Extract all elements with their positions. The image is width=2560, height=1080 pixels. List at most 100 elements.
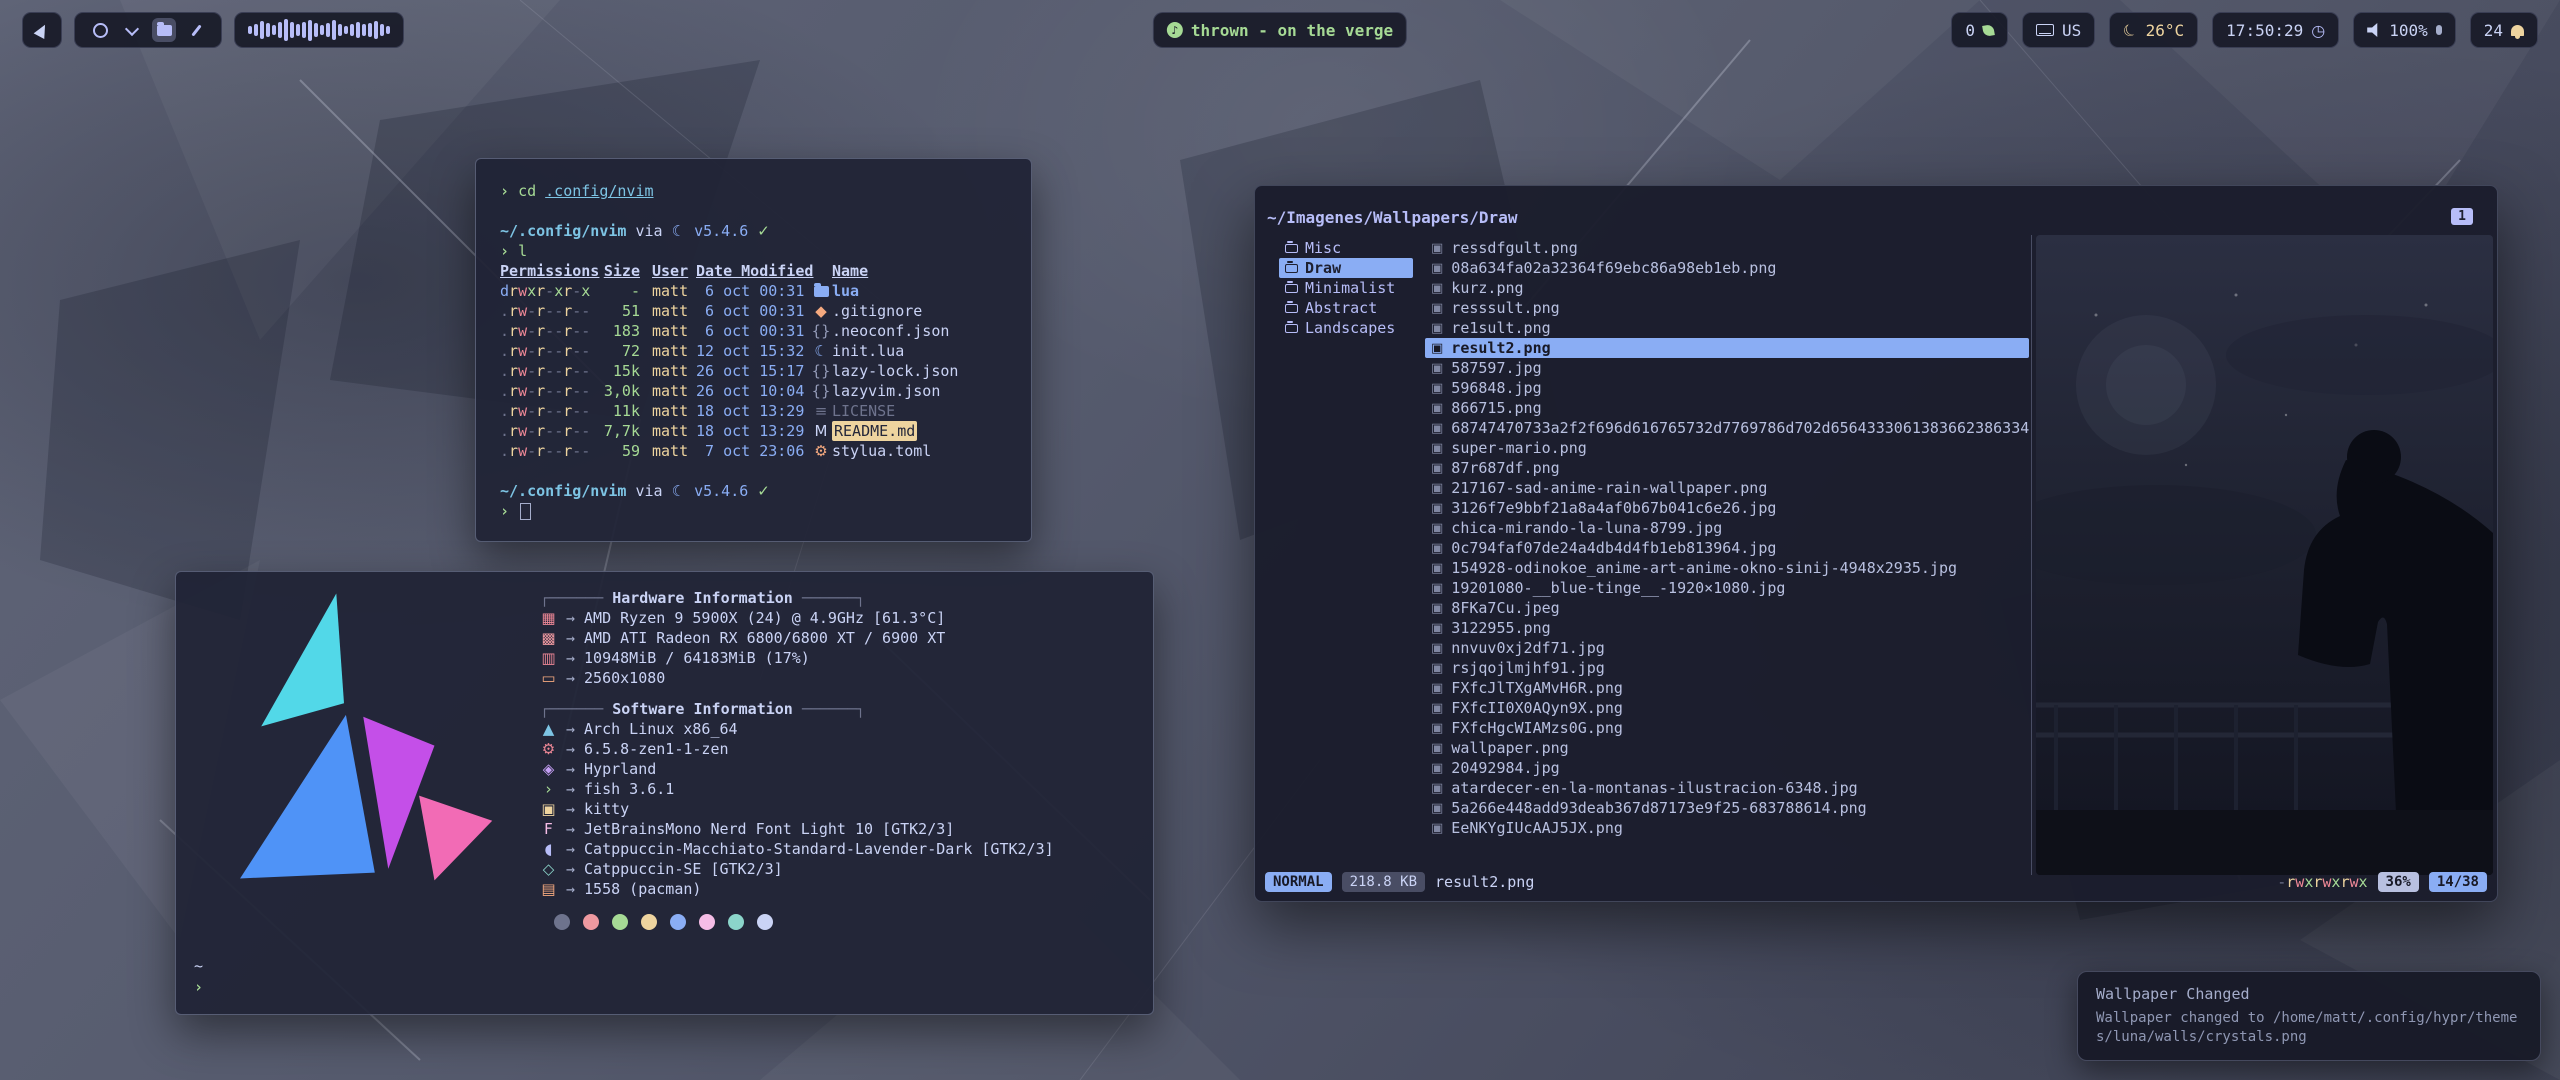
workspace-button-chat[interactable] <box>120 18 144 42</box>
image-file-icon: ▣ <box>1431 741 1443 756</box>
image-file-icon: ▣ <box>1431 441 1443 456</box>
arrow-icon: → <box>566 759 575 779</box>
file-row[interactable]: ▣0c794faf07de24a4db4d4fb1eb813964.jpg <box>1425 538 2029 558</box>
file-row[interactable]: ▣chica-mirando-la-luna-8799.jpg <box>1425 518 2029 538</box>
clock-module[interactable]: 17:50:29 ◷ <box>2212 12 2339 48</box>
perm-char: - <box>581 422 590 440</box>
file-name: 8FKa7Cu.jpeg <box>1451 599 1559 617</box>
arrow-icon: → <box>566 839 575 859</box>
os-icon: ▲ <box>540 719 557 739</box>
file-row[interactable]: ▣866715.png <box>1425 398 2029 418</box>
file-row[interactable]: ▣nnvuv0xj2df71.jpg <box>1425 638 2029 658</box>
file-row[interactable]: ▣68747470733a2f2f696d616765732d7769786d7… <box>1425 418 2029 438</box>
file-name: lazyvim.json <box>832 381 940 401</box>
leaf-icon <box>1982 24 1995 37</box>
perm-char: - <box>527 442 536 460</box>
perm-char: . <box>500 342 509 360</box>
fetch-prompt[interactable]: ~ › <box>194 956 203 998</box>
terminal-color-palette <box>554 914 1054 930</box>
image-file-icon: ▣ <box>1431 581 1443 596</box>
shell-input-line[interactable]: › <box>500 501 1007 521</box>
weather-module[interactable]: ☾ 26°C <box>2109 12 2198 48</box>
shell-command-line: › cd .config/nvim <box>500 181 1007 201</box>
perm-char: w <box>518 402 527 420</box>
file-size-badge: 218.8 KB <box>1342 872 1425 892</box>
file-row[interactable]: ▣87r687df.png <box>1425 458 2029 478</box>
sidebar-folder-landscapes[interactable]: Landscapes <box>1279 318 1413 338</box>
image-file-icon: ▣ <box>1431 281 1443 296</box>
volume-module[interactable]: 100% <box>2353 12 2456 48</box>
file-date: 26 oct 10:04 <box>696 381 808 401</box>
audio-visualizer-module[interactable] <box>234 12 404 48</box>
sidebar-folder-abstract[interactable]: Abstract <box>1279 298 1413 318</box>
notification-popup[interactable]: Wallpaper Changed Wallpaper changed to /… <box>2077 971 2541 1061</box>
keyboard-layout-module[interactable]: US <box>2022 12 2095 48</box>
check-icon: ✓ <box>757 482 770 500</box>
file-row[interactable]: ▣resssult.png <box>1425 298 2029 318</box>
workspace-button-browser[interactable] <box>88 18 112 42</box>
fetch-info-line: ›→fish 3.6.1 <box>540 779 1054 799</box>
tray-module[interactable]: 0 <box>1951 12 2008 48</box>
fetch-terminal-window[interactable]: ┌────── Hardware Information ──────┐ ▦→A… <box>175 571 1154 1015</box>
arrow-icon: → <box>566 628 575 648</box>
file-row[interactable]: ▣atardecer-en-la-montanas-ilustracion-63… <box>1425 778 2029 798</box>
file-row[interactable]: ▣08a634fa02a32364f69ebc86a98eb1eb.png <box>1425 258 2029 278</box>
file-row[interactable]: ▣3122955.png <box>1425 618 2029 638</box>
music-widget[interactable]: ♪ thrown - on the verge <box>1153 12 1407 48</box>
file-row[interactable]: ▣EeNKYgIUcAAJ5JX.png <box>1425 818 2029 838</box>
sidebar-folder-misc[interactable]: Misc <box>1279 238 1413 258</box>
file-row[interactable]: ▣5a266e448add93deab367d87173e9f25-683788… <box>1425 798 2029 818</box>
fetch-info-line: ▲→Arch Linux x86_64 <box>540 719 1054 739</box>
file-row[interactable]: ▣8FKa7Cu.jpeg <box>1425 598 2029 618</box>
icons-icon: ◇ <box>540 859 557 879</box>
notifications-module[interactable]: 24 <box>2470 12 2538 48</box>
file-row[interactable]: ▣wallpaper.png <box>1425 738 2029 758</box>
file-row[interactable]: ▣FXfcJlTXgAMvH6R.png <box>1425 678 2029 698</box>
perm-char: . <box>500 362 509 380</box>
file-row[interactable]: ▣re1sult.png <box>1425 318 2029 338</box>
perm-char: r <box>563 402 572 420</box>
fetch-info-line: ◖→Catppuccin-Macchiato-Standard-Lavender… <box>540 839 1054 859</box>
file-name: 5a266e448add93deab367d87173e9f25-6837886… <box>1451 799 1866 817</box>
tab-badge[interactable]: 1 <box>2451 208 2473 225</box>
workspace-button-edit[interactable] <box>184 18 208 42</box>
file-row[interactable]: ▣154928-odinokoe_anime-art-anime-okno-si… <box>1425 558 2029 578</box>
file-row[interactable]: ▣super-mario.png <box>1425 438 2029 458</box>
file-row[interactable]: ▣3126f7e9bbf21a8a4af0b67b041c6e26.jpg <box>1425 498 2029 518</box>
file-row[interactable]: ▣FXfcII0X0AQyn9X.png <box>1425 698 2029 718</box>
file-row[interactable]: ▣FXfcHgcWIAMzs0G.png <box>1425 718 2029 738</box>
viz-bar <box>284 19 288 41</box>
file-listing-row: .rw-r--r--7,7kmatt18 oct 13:29MREADME.md <box>500 421 1007 441</box>
terminal-window[interactable]: › cd .config/nvim ~/.config/nvim via ☾ v… <box>475 158 1032 542</box>
file-row[interactable]: ▣20492984.jpg <box>1425 758 2029 778</box>
fetch-info-text: JetBrainsMono Nerd Font Light 10 [GTK2/3… <box>584 819 954 839</box>
perm-char: r <box>563 302 572 320</box>
sidebar-folder-draw[interactable]: Draw <box>1279 258 1413 278</box>
file-row[interactable]: ▣19201080-__blue-tinge__-1920×1080.jpg <box>1425 578 2029 598</box>
fetch-info-text: kitty <box>584 799 629 819</box>
file-row[interactable]: ▣kurz.png <box>1425 278 2029 298</box>
file-row[interactable]: ▣ressdfgult.png <box>1425 238 2029 258</box>
file-date: 6 oct 00:31 <box>696 281 808 301</box>
lua-version: v5.4.6 <box>694 482 748 500</box>
rule-left: ┌────── <box>540 699 603 719</box>
file-name: 0c794faf07de24a4db4d4fb1eb813964.jpg <box>1451 539 1776 557</box>
launcher-button[interactable] <box>22 12 62 48</box>
perm-char: - <box>554 322 563 340</box>
sidebar-folder-minimalist[interactable]: Minimalist <box>1279 278 1413 298</box>
file-name: 587597.jpg <box>1451 359 1541 377</box>
viz-bar <box>314 23 318 37</box>
file-row[interactable]: ▣596848.jpg <box>1425 378 2029 398</box>
file-row[interactable]: ▣result2.png <box>1425 338 2029 358</box>
filetype-gear-icon: ⚙ <box>810 441 832 461</box>
file-name: 20492984.jpg <box>1451 759 1559 777</box>
file-row[interactable]: ▣587597.jpg <box>1425 358 2029 378</box>
file-row[interactable]: ▣217167-sad-anime-rain-wallpaper.png <box>1425 478 2029 498</box>
workspace-button-files[interactable] <box>152 18 176 42</box>
file-row[interactable]: ▣rsjqojlmjhf91.jpg <box>1425 658 2029 678</box>
palette-dot <box>670 914 686 930</box>
perm-char: - <box>545 362 554 380</box>
perm-char: - <box>572 382 581 400</box>
file-listing-row: .rw-r--r--11kmatt18 oct 13:29≡LICENSE <box>500 401 1007 421</box>
file-manager-window[interactable]: ~/Imagenes/Wallpapers/Draw 1 MiscDrawMin… <box>1254 185 2498 902</box>
